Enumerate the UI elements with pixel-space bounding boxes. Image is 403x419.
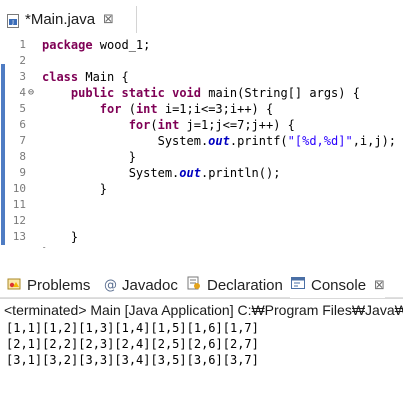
keyword: package: [42, 38, 93, 52]
code-text-segment: j=1;j<=7;j++) {: [179, 118, 295, 132]
code-line: }: [42, 230, 79, 244]
line-number: 10: [12, 182, 26, 195]
tab-label: Javadoc: [122, 276, 178, 294]
tab-console[interactable]: Console ⊠: [290, 272, 385, 298]
line-number: 12: [12, 214, 26, 227]
keyword: void: [172, 86, 201, 100]
keyword: int: [135, 102, 158, 116]
tab-problems[interactable]: Problems: [6, 272, 90, 298]
close-icon[interactable]: ⊠: [374, 278, 385, 293]
static-field: out: [208, 134, 230, 148]
console-process-label: <terminated> Main [Java Application] C:₩…: [4, 302, 403, 318]
code-line: class Main {: [42, 69, 129, 85]
tab-javadoc[interactable]: @ Javadoc: [104, 272, 178, 298]
line-number: 2: [19, 54, 26, 67]
code-line: }: [42, 182, 108, 196]
editor-tab-label: *Main.java: [25, 11, 96, 28]
tab-declaration[interactable]: Declaration: [186, 272, 283, 298]
code-line: for(int j=1;j<=7;j++) {: [42, 117, 295, 133]
code-editor[interactable]: 1 2 3 4 5 6 7 8 9 10 11 12 13 14 ⊖ packa…: [0, 33, 403, 248]
close-icon[interactable]: ⊠: [103, 12, 114, 27]
console-output-line: [1,1][1,2][1,3][1,4][1,5][1,6][1,7]: [6, 321, 259, 335]
code-text-segment: [165, 86, 172, 100]
code-text-segment: (: [121, 102, 136, 116]
line-number: 9: [19, 166, 26, 179]
keyword: class: [42, 70, 79, 84]
line-number-gutter: 1 2 3 4 5 6 7 8 9 10 11 12 13 14 ⊖: [5, 33, 38, 248]
code-text-segment: i=1;i<=3;i++) {: [157, 102, 274, 116]
line-number: 5: [19, 102, 26, 115]
code-text-segment: wood_1;: [92, 38, 151, 52]
tab-label: Problems: [27, 276, 91, 294]
code-text-segment: System.: [42, 134, 209, 148]
line-number: 13: [12, 230, 26, 243]
panel-divider: [0, 298, 403, 299]
keyword: for: [99, 102, 122, 116]
code-line: package wood_1;: [42, 37, 150, 53]
line-number: 11: [12, 198, 26, 211]
console-output-line: [2,1][2,2][2,3][2,4][2,5][2,6][2,7]: [6, 337, 259, 351]
static-field: out: [179, 166, 201, 180]
keyword: static: [121, 86, 165, 100]
editor-tab-main-java[interactable]: J *Main.java ⊠: [0, 6, 137, 33]
code-line: System.out.println();: [42, 165, 281, 181]
console-output-line: [3,1][3,2][3,3][3,4][3,5][3,6][3,7]: [6, 353, 259, 367]
code-line: System.out.printf("[%d,%d]",i,j);: [42, 133, 396, 149]
code-text-segment: System.: [42, 166, 180, 180]
code-text-segment: (: [150, 118, 158, 132]
editor-tab-bar: J *Main.java ⊠: [0, 0, 403, 33]
keyword: public: [70, 86, 115, 100]
code-text[interactable]: package wood_1; class Main { public stat…: [42, 33, 403, 248]
console-icon: [290, 275, 306, 295]
code-text-segment: main(String[] args) {: [201, 86, 360, 100]
line-number: 7: [19, 134, 26, 147]
tab-label: Console: [311, 276, 367, 294]
problems-icon: [6, 275, 22, 295]
javadoc-icon: @: [104, 277, 117, 293]
line-number: 8: [19, 150, 26, 163]
code-text-segment: Main {: [78, 70, 129, 84]
line-number: 1: [19, 38, 26, 51]
code-line: }: [42, 150, 136, 164]
code-text-segment: .println();: [200, 166, 281, 180]
line-number: 6: [19, 118, 26, 131]
keyword: int: [157, 118, 180, 132]
fold-collapse-icon[interactable]: ⊖: [28, 85, 38, 101]
code-text-segment: .printf(: [229, 134, 288, 148]
panel-tab-bar: Problems @ Javadoc Declaration Console ⊠: [0, 272, 403, 298]
code-text-segment: ,i,j);: [352, 134, 397, 148]
keyword: for: [128, 118, 151, 132]
svg-text:J: J: [11, 20, 14, 26]
line-number: 3: [19, 70, 26, 83]
console-output[interactable]: [1,1][1,2][1,3][1,4][1,5][1,6][1,7] [2,1…: [0, 320, 403, 419]
tab-label: Declaration: [207, 276, 283, 294]
string-literal: "[%d,%d]": [287, 134, 353, 148]
declaration-icon: [186, 275, 202, 295]
code-text-segment: [114, 86, 121, 100]
java-file-icon: J: [6, 13, 20, 28]
code-line: for (int i=1;i<=3;i++) {: [42, 101, 273, 117]
code-line: public static void main(String[] args) {: [42, 85, 360, 101]
panel-separator: [0, 248, 403, 272]
